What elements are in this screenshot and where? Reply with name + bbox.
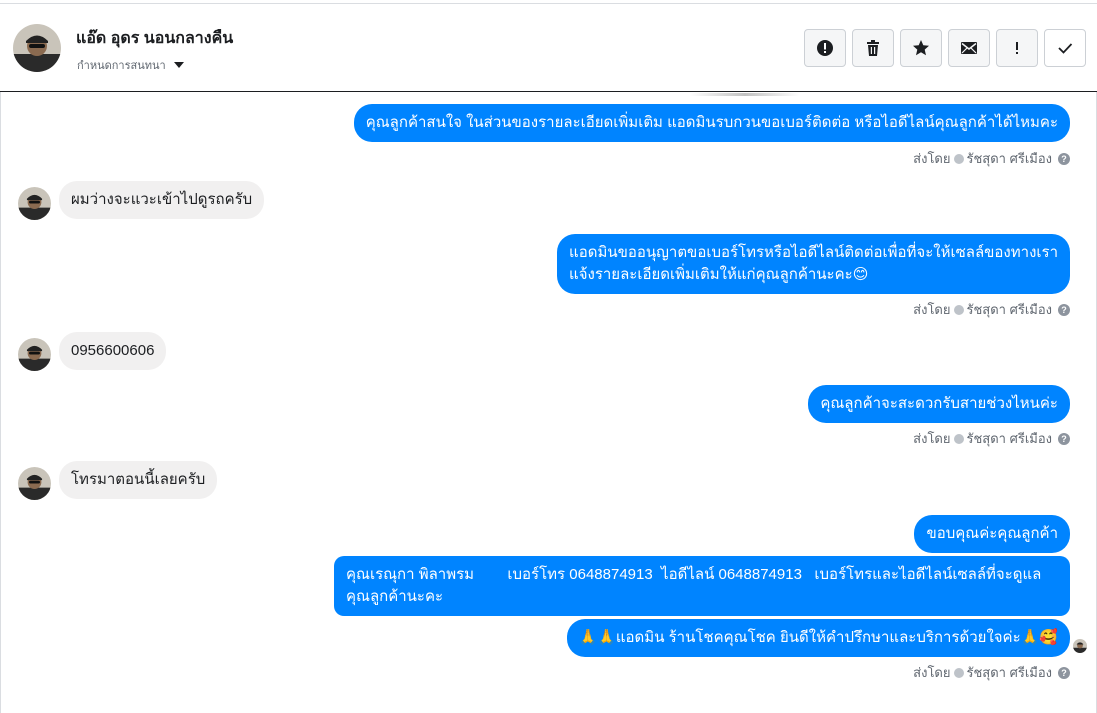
contact-name[interactable]: แอ๊ด อุดร นอนกลางคืน xyxy=(76,26,233,51)
help-icon[interactable]: ? xyxy=(1058,666,1070,679)
sent-by-info: ส่งโดย รัชสุดา ศรีเมือง ? xyxy=(913,148,1070,169)
message-text: ผมว่างจะแวะเข้าไปดูรถครับ xyxy=(71,191,253,208)
important-button[interactable] xyxy=(996,29,1038,67)
conversation-toolbar xyxy=(804,29,1086,67)
help-icon[interactable]: ? xyxy=(1058,432,1070,445)
scroll-fade xyxy=(690,93,800,96)
message-text: 🙏🙏แอดมิน ร้านโชคคุณโชค ยินดีให้คำปรึกษาแ… xyxy=(578,629,1058,646)
message-text-line: แอดมินขออนุญาตขอเบอร์โทรหรือไอดีไลน์ติดต… xyxy=(569,244,1058,261)
star-icon xyxy=(913,40,929,56)
conversation-settings-label: กำหนดการสนทนา xyxy=(77,60,166,72)
check-icon xyxy=(1058,43,1073,54)
message-text: คุณลูกค้าจะสะดวกรับสายช่วงไหนค่ะ xyxy=(820,395,1058,412)
agent-name[interactable]: รัชสุดา ศรีเมือง xyxy=(967,148,1053,169)
outgoing-message[interactable]: คุณลูกค้าจะสะดวกรับสายช่วงไหนค่ะ xyxy=(808,385,1070,423)
sent-by-info: ส่งโดย รัชสุดา ศรีเมือง ? xyxy=(913,299,1070,320)
page-icon xyxy=(953,667,964,678)
page-icon xyxy=(953,433,964,444)
agent-name[interactable]: รัชสุดา ศรีเมือง xyxy=(967,299,1053,320)
conversation-header: แอ๊ด อุดร นอนกลางคืน กำหนดการสนทนา xyxy=(0,4,1097,92)
alert-circle-icon xyxy=(817,40,833,56)
conversation-settings-dropdown[interactable]: กำหนดการสนทนา xyxy=(77,56,184,74)
sender-avatar xyxy=(18,187,51,220)
incoming-message[interactable]: โทรมาตอนนี้เลยครับ xyxy=(59,461,218,499)
agent-name[interactable]: รัชสุดา ศรีเมือง xyxy=(967,428,1053,449)
caret-down-icon xyxy=(173,62,184,68)
message-text-line: คุณเรณุกา พิลาพรม เบอร์โทร 0648874913 ไอ… xyxy=(346,566,1042,583)
sent-by-label: ส่งโดย xyxy=(913,431,951,446)
done-button[interactable] xyxy=(1044,29,1086,67)
exclamation-icon xyxy=(1016,42,1018,54)
sent-by-label: ส่งโดย xyxy=(913,151,951,166)
sender-avatar xyxy=(18,467,51,500)
message-text: 0956600606 xyxy=(71,342,155,359)
envelope-icon xyxy=(961,42,977,54)
message-thread[interactable]: คุณลูกค้าสนใจ ในส่วนของรายละเอียดเพิ่มเต… xyxy=(0,93,1097,713)
outgoing-message[interactable]: คุณเรณุกา พิลาพรม เบอร์โทร 0648874913 ไอ… xyxy=(334,556,1070,616)
message-text: คุณลูกค้าสนใจ ในส่วนของรายละเอียดเพิ่มเต… xyxy=(365,114,1058,131)
star-button[interactable] xyxy=(900,29,942,67)
incoming-message[interactable]: 0956600606 xyxy=(59,332,167,370)
message-text: ขอบคุณค่ะคุณลูกค้า xyxy=(926,525,1058,542)
delete-button[interactable] xyxy=(852,29,894,67)
sent-by-info: ส่งโดย รัชสุดา ศรีเมือง ? xyxy=(913,662,1070,683)
trash-icon xyxy=(867,40,879,56)
report-button[interactable] xyxy=(804,29,846,67)
page-icon xyxy=(953,304,964,315)
outgoing-message[interactable]: 🙏🙏แอดมิน ร้านโชคคุณโชค ยินดีให้คำปรึกษาแ… xyxy=(566,619,1070,657)
sent-by-label: ส่งโดย xyxy=(913,302,951,317)
outgoing-message[interactable]: ขอบคุณค่ะคุณลูกค้า xyxy=(914,515,1070,553)
help-icon[interactable]: ? xyxy=(1058,152,1070,165)
message-text-line: คุณลูกค้านะคะ xyxy=(346,588,444,605)
incoming-message[interactable]: ผมว่างจะแวะเข้าไปดูรถครับ xyxy=(59,181,265,219)
outgoing-message[interactable]: คุณลูกค้าสนใจ ในส่วนของรายละเอียดเพิ่มเต… xyxy=(353,104,1070,142)
sender-avatar xyxy=(18,338,51,371)
agent-name[interactable]: รัชสุดา ศรีเมือง xyxy=(967,662,1053,683)
message-text-line: แจ้งรายละเอียดเพิ่มเติมให้แก่คุณลูกค้านะ… xyxy=(569,266,869,283)
sent-by-info: ส่งโดย รัชสุดา ศรีเมือง ? xyxy=(913,428,1070,449)
help-icon[interactable]: ? xyxy=(1058,303,1070,316)
page-icon xyxy=(953,153,964,164)
sent-by-label: ส่งโดย xyxy=(913,665,951,680)
mark-unread-button[interactable] xyxy=(948,29,990,67)
outgoing-message[interactable]: แอดมินขออนุญาตขอเบอร์โทรหรือไอดีไลน์ติดต… xyxy=(557,234,1070,294)
message-text: โทรมาตอนนี้เลยครับ xyxy=(71,471,206,488)
seen-avatar xyxy=(1073,639,1087,653)
contact-avatar[interactable] xyxy=(13,24,61,72)
